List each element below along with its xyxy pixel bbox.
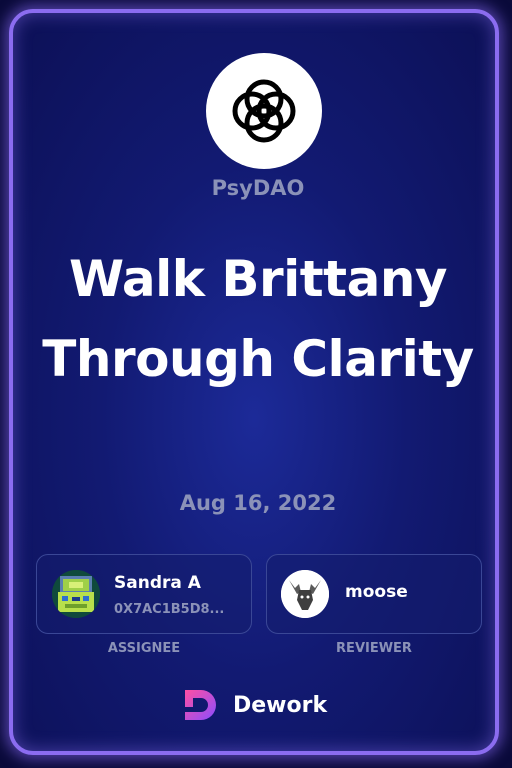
assignee-role-label: ASSIGNEE — [107, 641, 181, 656]
org-logo — [206, 53, 322, 169]
reviewer-avatar — [281, 570, 329, 618]
brand-name: Dework — [233, 692, 328, 718]
assignee-name: Sandra A — [114, 573, 201, 593]
dework-logo-icon — [185, 690, 216, 720]
reviewer-card[interactable]: moose — [266, 554, 482, 634]
task-date: Aug 16, 2022 — [179, 491, 337, 515]
assignee-address: 0X7AC1B5D8... — [114, 602, 225, 617]
brand-footer[interactable]: Dework — [181, 685, 327, 725]
org-name: PsyDAO — [211, 176, 305, 200]
nft-avatar-icon — [52, 570, 100, 618]
psydao-logo-icon — [232, 79, 296, 143]
moose-avatar-icon — [281, 570, 329, 618]
assignee-card[interactable]: Sandra A 0X7AC1B5D8... — [36, 554, 252, 634]
reviewer-role-label: REVIEWER — [336, 641, 412, 656]
task-title: Walk Brittany Through Clarity — [42, 250, 474, 388]
reviewer-name: moose — [345, 582, 408, 602]
task-card: PsyDAO Walk Brittany Through Clarity Aug… — [9, 9, 499, 755]
assignee-avatar — [52, 570, 100, 618]
